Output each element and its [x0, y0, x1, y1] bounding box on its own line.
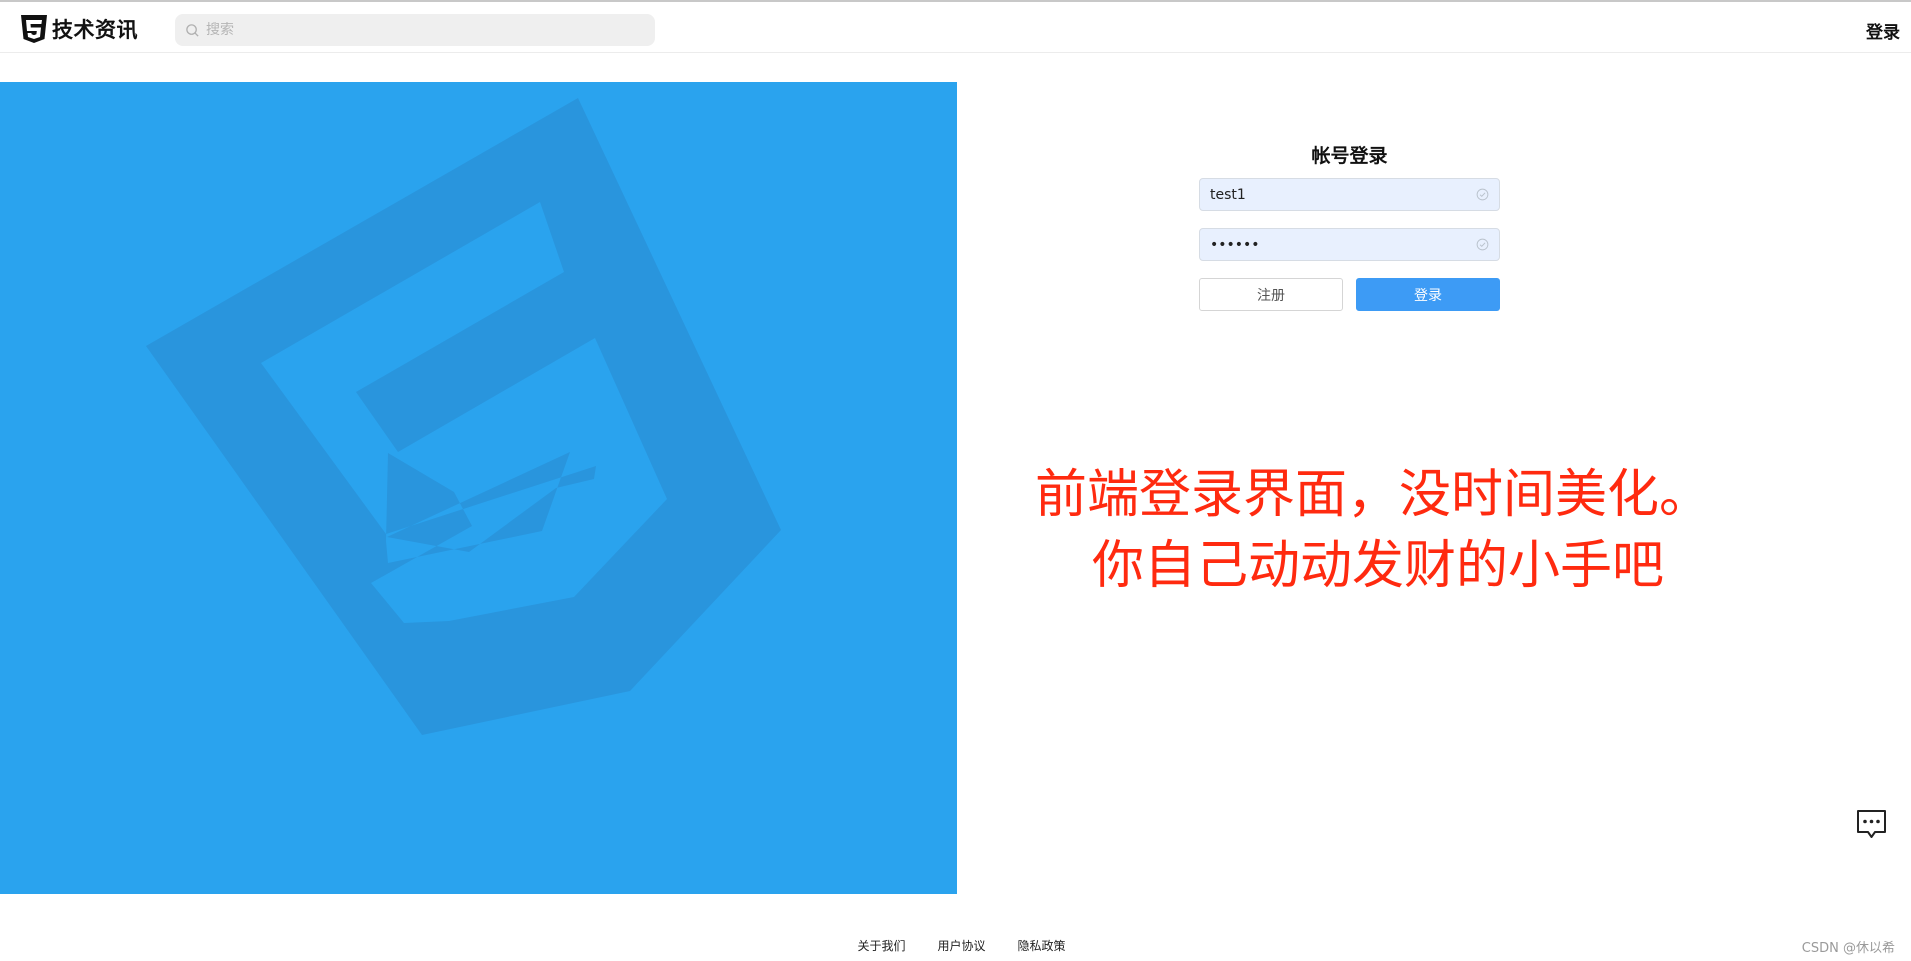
footer-links: 关于我们 用户协议 隐私政策 [0, 937, 1911, 954]
search-bar[interactable] [175, 14, 655, 46]
check-circle-icon [1476, 188, 1489, 201]
site-logo[interactable]: 技术资讯 [19, 14, 138, 44]
hero-banner [0, 82, 957, 894]
form-button-row: 注册 登录 [1199, 278, 1500, 311]
annotation-line-1: 前端登录界面，没时间美化。 [1035, 465, 1712, 525]
username-input[interactable] [1200, 179, 1460, 210]
top-navbar: 技术资讯 登录 [0, 0, 1911, 53]
footer-link-privacy[interactable]: 隐私政策 [1018, 937, 1066, 954]
username-field-wrapper [1199, 178, 1500, 211]
annotation-line-2: 你自己动动发财的小手吧 [1092, 536, 1665, 596]
footer-link-about[interactable]: 关于我们 [857, 937, 905, 954]
login-button[interactable]: 登录 [1356, 278, 1500, 311]
login-title: 帐号登录 [1311, 145, 1388, 167]
footer-link-user-agreement[interactable]: 用户协议 [937, 937, 985, 954]
check-circle-icon [1476, 238, 1489, 251]
site-name: 技术资讯 [52, 18, 138, 42]
header-login-link[interactable]: 登录 [1866, 18, 1900, 43]
login-form: 帐号登录 注册 登录 [1199, 142, 1500, 311]
register-button[interactable]: 注册 [1199, 278, 1343, 311]
search-icon [186, 23, 199, 37]
search-input[interactable] [206, 22, 626, 38]
html5-shield-icon [21, 15, 47, 43]
chat-bubble-icon[interactable] [1855, 808, 1888, 841]
csdn-watermark: CSDN @休以希 [1801, 941, 1895, 956]
css3-shield-icon [146, 98, 781, 735]
annotation-text: 前端登录界面，没时间美化。 你自己动动发财的小手吧 [1035, 460, 1755, 602]
password-field-wrapper [1199, 228, 1500, 261]
password-input[interactable] [1200, 229, 1460, 260]
